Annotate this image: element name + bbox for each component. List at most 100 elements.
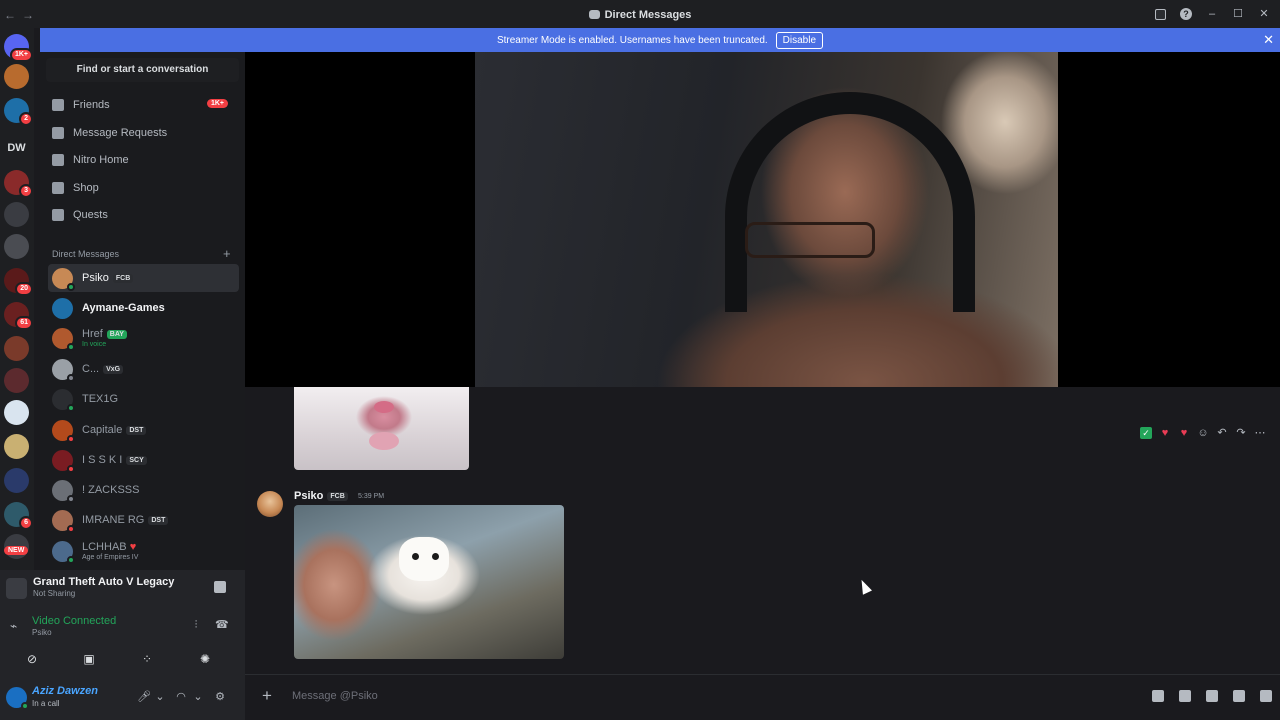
heart-reaction-icon[interactable]: ♥ xyxy=(1159,427,1171,439)
window-title: Direct Messages xyxy=(0,9,1280,21)
activities-icon[interactable]: ⁘ xyxy=(123,649,171,669)
video-stage xyxy=(245,52,1280,387)
soundboard-icon[interactable]: ✺ xyxy=(181,649,229,669)
avatar xyxy=(52,388,75,412)
streamer-mode-banner: Streamer Mode is enabled. Usernames have… xyxy=(40,28,1280,52)
dm-item[interactable]: LCHHAB ♥ Age of Empires IV xyxy=(48,537,239,565)
apps-icon[interactable] xyxy=(1260,690,1272,702)
headphones-icon[interactable]: ◠ xyxy=(175,690,187,704)
help-icon[interactable]: ? xyxy=(1180,8,1192,20)
chevron-down-icon[interactable]: ⌄ xyxy=(192,690,204,704)
dm-item[interactable]: Aymane-Games xyxy=(48,294,239,322)
avatar xyxy=(52,509,75,533)
close-banner-icon[interactable]: ✕ xyxy=(1263,33,1274,46)
inbox-icon xyxy=(588,10,600,19)
dm-item[interactable]: IMRANE RG DST xyxy=(48,506,239,534)
nav-nitro-home[interactable]: Nitro Home xyxy=(48,148,238,172)
puppy-image-attachment[interactable] xyxy=(294,505,564,659)
dm-item[interactable]: I S S K I SCY xyxy=(48,446,239,474)
activity-panel: Grand Theft Auto V Legacy Not Sharing xyxy=(0,570,245,606)
server-icon[interactable] xyxy=(4,434,29,459)
sticker-icon[interactable] xyxy=(1206,690,1218,702)
nav-friends[interactable]: Friends 1K+ xyxy=(48,93,238,117)
server-icon[interactable] xyxy=(4,400,29,425)
banner-text: Streamer Mode is enabled. Usernames have… xyxy=(496,34,768,46)
dm-item[interactable]: Psiko FCB xyxy=(48,264,239,292)
signal-icon[interactable]: ⌁ xyxy=(10,619,22,633)
home-button[interactable]: 1K+ xyxy=(4,34,33,62)
forward-icon[interactable]: ↷ xyxy=(1235,427,1247,439)
friends-icon xyxy=(52,99,64,111)
dm-item[interactable]: C... VxG xyxy=(48,355,239,383)
server-icon[interactable] xyxy=(4,468,29,493)
gift-icon[interactable] xyxy=(1152,690,1164,702)
webcam-video[interactable] xyxy=(475,52,1058,387)
server-icon[interactable]: 6 xyxy=(4,502,33,530)
create-dm-icon[interactable]: + xyxy=(223,246,231,261)
voice-status[interactable]: Video Connected xyxy=(32,615,116,627)
gif-icon[interactable] xyxy=(1179,690,1191,702)
add-reaction-icon[interactable]: ☺ xyxy=(1197,427,1209,439)
avatar xyxy=(52,327,75,351)
voice-controls: ⊘ ▣ ⁘ ✺ xyxy=(0,644,245,674)
nav-message-requests[interactable]: Message Requests xyxy=(48,121,238,145)
heart-reaction-icon[interactable]: ♥ xyxy=(1178,427,1190,439)
maximize-button[interactable]: ☐ xyxy=(1232,8,1244,20)
find-conversation-button[interactable]: Find or start a conversation xyxy=(46,58,239,82)
noise-suppression-icon[interactable]: ⫶ xyxy=(190,619,202,631)
avatar[interactable] xyxy=(257,491,283,517)
avatar[interactable] xyxy=(6,687,29,710)
server-icon[interactable]: 2 xyxy=(4,98,33,126)
game-icon xyxy=(6,578,27,599)
game-title: Grand Theft Auto V Legacy xyxy=(33,576,175,588)
username[interactable]: Aziz Dawzen xyxy=(32,685,98,697)
server-icon[interactable] xyxy=(4,64,29,89)
attach-plus-icon[interactable]: + xyxy=(262,687,272,704)
avatar xyxy=(52,479,75,503)
microphone-icon[interactable]: 🎤︎ xyxy=(137,690,151,704)
dm-item[interactable]: ! ZACKSSS xyxy=(48,476,239,504)
user-status: In a call xyxy=(32,699,60,708)
message: Psiko FCB 5:39 PM xyxy=(245,485,1280,667)
avatar xyxy=(52,358,75,382)
screen-share-icon[interactable]: ▣ xyxy=(65,649,113,669)
message-author[interactable]: Psiko FCB xyxy=(294,490,348,502)
server-dw[interactable]: DW xyxy=(4,136,29,161)
nav-quests[interactable]: Quests xyxy=(48,203,238,227)
check-reaction-icon[interactable]: ✓ xyxy=(1140,427,1152,439)
disable-streamer-button[interactable]: Disable xyxy=(775,31,824,49)
friends-badge: 1K+ xyxy=(206,99,228,108)
nitro-icon xyxy=(52,154,64,166)
emoji-icon[interactable] xyxy=(1233,690,1245,702)
avatar xyxy=(52,297,73,319)
title-bar: ← → Direct Messages ? – ☐ ✕ xyxy=(0,0,1280,28)
reply-icon[interactable]: ↶ xyxy=(1216,427,1228,439)
more-icon[interactable]: ⋯ xyxy=(1254,427,1266,439)
server-icon[interactable] xyxy=(4,234,29,259)
share-screen-icon[interactable] xyxy=(214,581,226,593)
nav-shop[interactable]: Shop xyxy=(48,176,238,200)
avatar xyxy=(52,419,75,443)
minimize-button[interactable]: – xyxy=(1206,8,1218,20)
avatar xyxy=(52,540,75,564)
cat-gif-attachment[interactable] xyxy=(294,387,469,470)
server-icon[interactable]: 3 xyxy=(4,170,33,198)
inbox-button[interactable] xyxy=(1155,8,1166,20)
server-icon[interactable] xyxy=(4,336,29,361)
dm-item[interactable]: Capitale DST xyxy=(48,416,239,444)
disconnect-icon[interactable]: ☎ xyxy=(215,619,229,631)
settings-gear-icon[interactable]: ⚙ xyxy=(214,690,226,704)
user-panel: Aziz Dawzen In a call 🎤︎ ⌄ ◠ ⌄ ⚙ xyxy=(0,674,245,720)
dm-item[interactable]: TEX1G xyxy=(48,385,239,413)
server-icon[interactable] xyxy=(4,368,29,393)
message-input[interactable]: Message @Psiko xyxy=(292,690,378,702)
server-icon[interactable]: 20 xyxy=(4,268,33,296)
chevron-down-icon[interactable]: ⌄ xyxy=(154,690,166,704)
server-icon[interactable]: 61 xyxy=(4,302,33,330)
camera-off-icon[interactable]: ⊘ xyxy=(8,649,56,669)
server-icon[interactable] xyxy=(4,202,29,227)
message-list: Psiko FCB 5:39 PM xyxy=(245,387,1280,677)
dm-item[interactable]: Href BAY In voice xyxy=(48,324,239,352)
headset-shape xyxy=(725,92,975,312)
close-window-button[interactable]: ✕ xyxy=(1258,8,1270,20)
